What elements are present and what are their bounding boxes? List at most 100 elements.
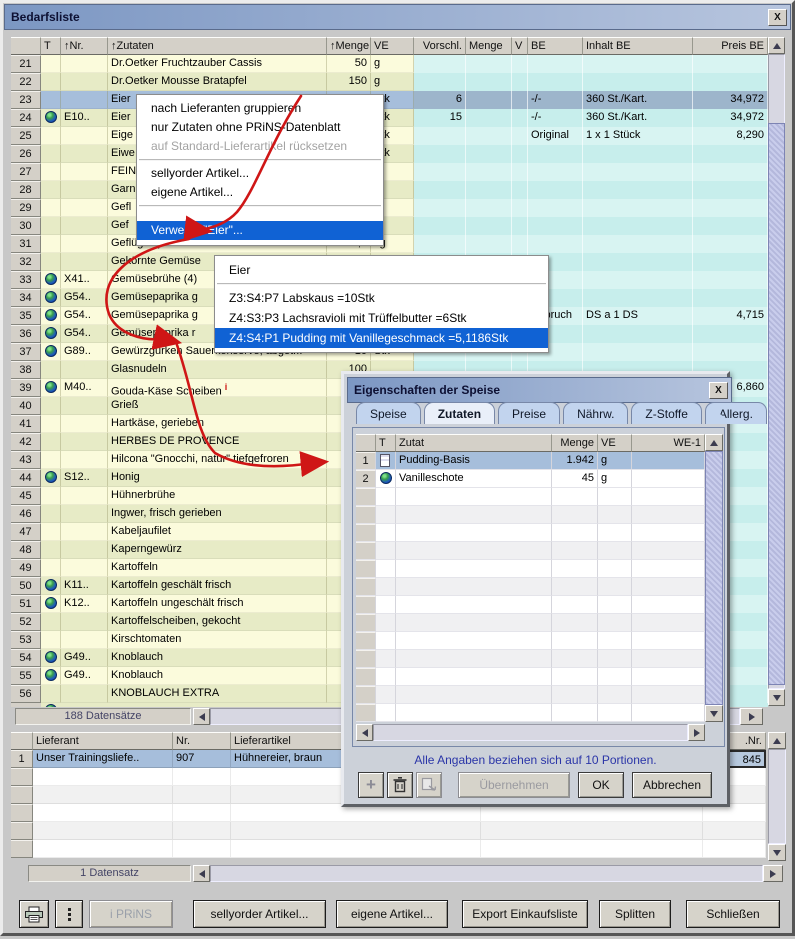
reference-item-1[interactable]: Z4:S3:P3 Lachsravioli mit Trüffelbutter … [215,308,548,328]
main-table-row-29[interactable]: 29Geflg [11,199,768,217]
dialog-column-header-zutat[interactable]: Zutat [396,434,552,452]
main-scroll-down-button[interactable] [768,689,785,706]
cell-n[interactable]: 22 [11,73,41,91]
cell-t[interactable] [41,343,61,361]
cell-n[interactable]: 31 [11,235,41,253]
main-table-row-26[interactable]: 26EiweStk [11,145,768,163]
tab-scroll-right-icon[interactable] [714,410,723,422]
cell-nr[interactable] [61,505,108,523]
add-ingredient-button[interactable]: + [358,772,384,798]
cell-zutat[interactable]: Hartkäse, gerieben [108,415,327,433]
cell-ve[interactable]: g [598,452,632,470]
cell-nr[interactable] [61,163,108,181]
cell-t[interactable] [41,433,61,451]
cell-inhalt[interactable]: 360 St./Kart. [583,91,693,109]
cell-preis[interactable] [693,217,768,235]
cell-preis[interactable] [693,271,768,289]
cell-nr[interactable] [61,415,108,433]
cell-n[interactable]: 25 [11,127,41,145]
cell-t[interactable] [41,127,61,145]
cell-menge2[interactable] [466,217,512,235]
context-menu-item-4[interactable]: sellyorder Artikel... [137,164,383,183]
cell-t[interactable] [41,649,61,667]
cell-inhalt[interactable] [583,73,693,91]
tab-speise[interactable]: Speise [356,402,421,424]
cell-zutat[interactable]: Hühnerbrühe [108,487,327,505]
cell-menge2[interactable] [466,55,512,73]
cell-we1[interactable] [632,452,705,470]
cell-n[interactable]: 28 [11,181,41,199]
cell-preis[interactable] [693,145,768,163]
supplier-column-header-lieferant[interactable]: Lieferant [33,732,173,750]
main-vscrollbar-thumb[interactable] [768,123,785,685]
cell-nr[interactable] [61,541,108,559]
cell-vorschl[interactable] [414,163,466,181]
column-header-preis[interactable]: Preis BE [693,37,768,55]
cell-n[interactable]: 23 [11,91,41,109]
cell-preis[interactable] [693,343,768,361]
column-header-t[interactable]: T [41,37,61,55]
cell-num[interactable]: 1 [356,452,376,470]
cell-nr[interactable]: 907 [173,750,231,768]
cell-n[interactable]: 24 [11,109,41,127]
sellyorder-artikel-button[interactable]: sellyorder Artikel... [193,900,326,928]
print-button[interactable] [19,900,49,928]
cell-t[interactable] [41,415,61,433]
cell-t[interactable] [41,235,61,253]
cell-n[interactable]: 47 [11,523,41,541]
cell-n[interactable]: 37 [11,343,41,361]
cell-be[interactable]: -/- [528,91,583,109]
cell-num[interactable]: 2 [356,470,376,488]
cell-zutat[interactable]: Kirschtomaten [108,631,327,649]
cell-menge[interactable]: 50 [327,55,371,73]
cell-inhalt[interactable] [583,163,693,181]
main-table-row-25[interactable]: 25EigeStkOriginal1 x 1 Stück8,290 [11,127,768,145]
main-table-row-30[interactable]: 30Gef [11,217,768,235]
supplier-scroll-up-button[interactable] [768,732,786,749]
context-menu-item-1[interactable]: nur Zutaten ohne PRiNS-Datenblatt [137,118,383,137]
cell-vorschl[interactable] [414,199,466,217]
cell-nr[interactable] [61,487,108,505]
cell-menge2[interactable] [466,127,512,145]
cell-zutat[interactable]: KNOBLAUCH EXTRA [108,685,327,703]
cell-nr[interactable] [61,199,108,217]
cell-v[interactable] [512,235,528,253]
context-menu-item-5[interactable]: eigene Artikel... [137,183,383,202]
transfer-article-button[interactable] [416,772,442,798]
cell-n[interactable]: 56 [11,685,41,703]
cell-nr[interactable] [61,253,108,271]
main-table-row-23[interactable]: 23EierStk6-/-360 St./Kart.34,972 [11,91,768,109]
cell-v[interactable] [512,199,528,217]
cell-t[interactable] [41,541,61,559]
cell-v[interactable] [512,55,528,73]
main-table-row-27[interactable]: 27FEIN [11,163,768,181]
cell-n[interactable]: 26 [11,145,41,163]
cell-preis[interactable] [693,163,768,181]
reference-item-0[interactable]: Z3:S4:P7 Labskaus =10Stk [215,288,548,308]
cell-menge2[interactable] [466,181,512,199]
cell-t[interactable] [376,470,396,488]
cell-zutat[interactable]: Kartoffelscheiben, gekocht [108,613,327,631]
supplier-vscrollbar-track[interactable] [768,749,786,844]
main-scroll-right-button[interactable] [740,708,763,725]
cell-inhalt[interactable] [583,289,693,307]
cell-n[interactable]: 36 [11,325,41,343]
cell-t[interactable] [41,163,61,181]
cell-nr[interactable]: G49.. [61,649,108,667]
cell-nr[interactable] [61,73,108,91]
cell-num[interactable]: 1 [11,750,33,768]
cell-nr[interactable] [61,217,108,235]
cell-preis[interactable] [693,55,768,73]
cell-preis[interactable] [693,325,768,343]
cell-zutat[interactable]: Kabeljaufilet [108,523,327,541]
column-header-v[interactable]: V [512,37,528,55]
cell-menge2[interactable] [466,235,512,253]
cell-zutat[interactable]: Knoblauch [108,649,327,667]
cell-n[interactable]: 33 [11,271,41,289]
cell-n[interactable]: 49 [11,559,41,577]
cell-inhalt[interactable] [583,325,693,343]
main-table-row-28[interactable]: 28Garn [11,181,768,199]
cell-be[interactable] [528,55,583,73]
column-header-be[interactable]: BE [528,37,583,55]
cell-nr[interactable]: E10.. [61,109,108,127]
